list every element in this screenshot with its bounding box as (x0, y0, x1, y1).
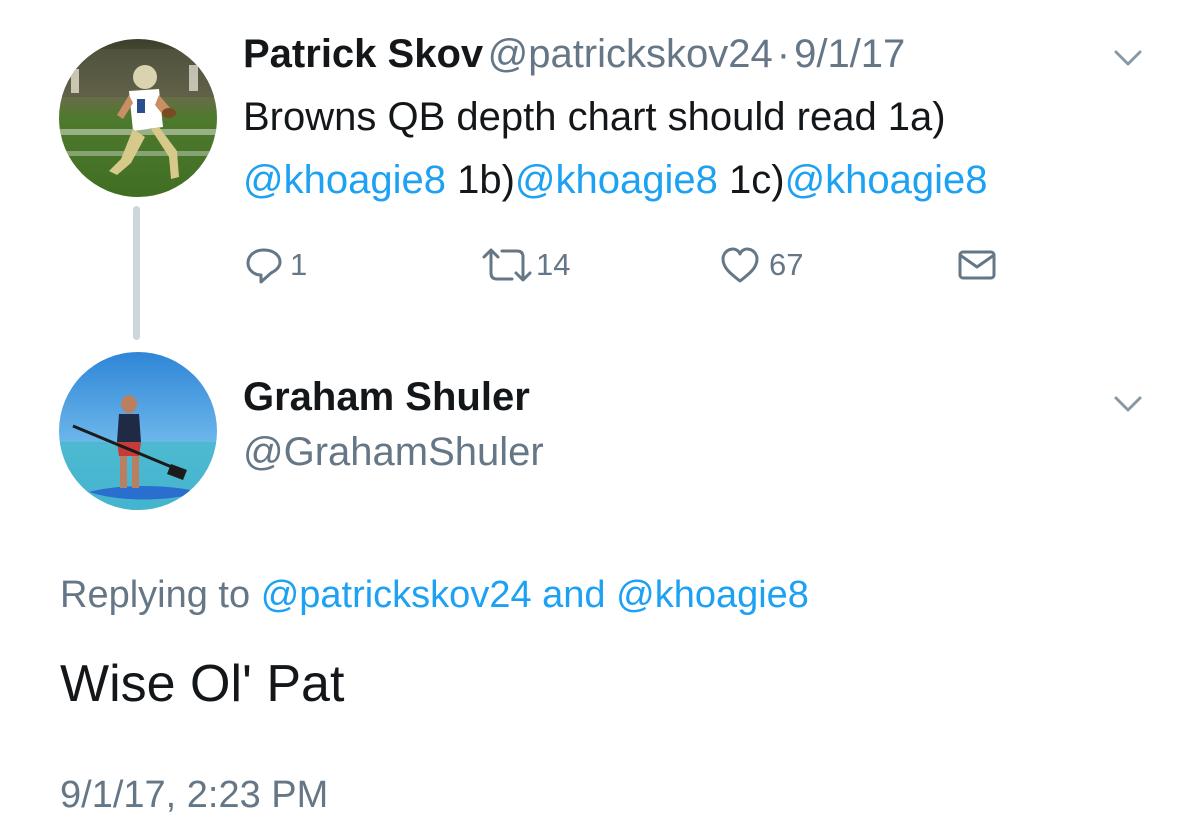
replying-to-context: Replying to @patrickskov24 and @khoagie8 (60, 574, 809, 617)
reply-icon (246, 248, 282, 284)
chevron-down-icon (1114, 396, 1142, 412)
display-name[interactable]: Patrick Skov (243, 32, 483, 76)
separator-dot: · (776, 32, 791, 76)
mention-link[interactable]: @khoagie8 (243, 158, 446, 202)
like-count: 67 (769, 247, 804, 282)
replying-to-user-link[interactable]: @khoagie8 (616, 574, 809, 616)
tweet-menu-chevron[interactable] (1112, 46, 1144, 70)
mention-link[interactable]: @khoagie8 (785, 158, 988, 202)
direct-message-button[interactable] (956, 245, 998, 285)
reply-button[interactable]: 1 (244, 245, 307, 285)
tweet-menu-chevron[interactable] (1112, 392, 1144, 416)
replying-to-label: Replying to (60, 574, 251, 616)
tweet-text: Wise Ol' Pat (60, 655, 345, 713)
tweet-text-fragment: 1b) (457, 158, 515, 202)
replying-to-and[interactable]: and (542, 574, 605, 616)
tweet-text-fragment: 1c) (729, 158, 785, 202)
display-name[interactable]: Graham Shuler (243, 375, 544, 420)
avatar-graham-shuler[interactable] (59, 352, 217, 510)
user-handle[interactable]: @patrickskov24 (488, 32, 773, 76)
avatar-patrick-skov[interactable] (59, 39, 217, 197)
tweet-header: Patrick Skov @patrickskov24 · 9/1/17 (243, 32, 905, 77)
paddleboarder-photo (59, 352, 217, 510)
envelope-icon (958, 250, 996, 280)
mention-link[interactable]: @khoagie8 (515, 158, 718, 202)
user-handle[interactable]: @GrahamShuler (243, 430, 544, 475)
retweet-icon (482, 248, 532, 282)
thread-connector-line (133, 206, 140, 340)
tweet-text-line1: Browns QB depth chart should read 1a) (243, 95, 946, 139)
reply-count: 1 (290, 247, 308, 282)
retweet-count: 14 (536, 247, 571, 282)
football-player-photo (59, 39, 217, 197)
like-button[interactable]: 67 (719, 245, 803, 285)
tweet-header: Graham Shuler @GrahamShuler (243, 375, 544, 475)
retweet-button[interactable]: 14 (480, 245, 570, 285)
tweet-date[interactable]: 9/1/17 (794, 32, 905, 76)
chevron-down-icon (1114, 50, 1142, 66)
heart-icon (721, 247, 759, 283)
replying-to-user-link[interactable]: @patrickskov24 (261, 574, 532, 616)
tweet-timestamp[interactable]: 9/1/17, 2:23 PM (60, 774, 328, 817)
tweet-body: Browns QB depth chart should read 1a) @k… (243, 86, 1173, 212)
